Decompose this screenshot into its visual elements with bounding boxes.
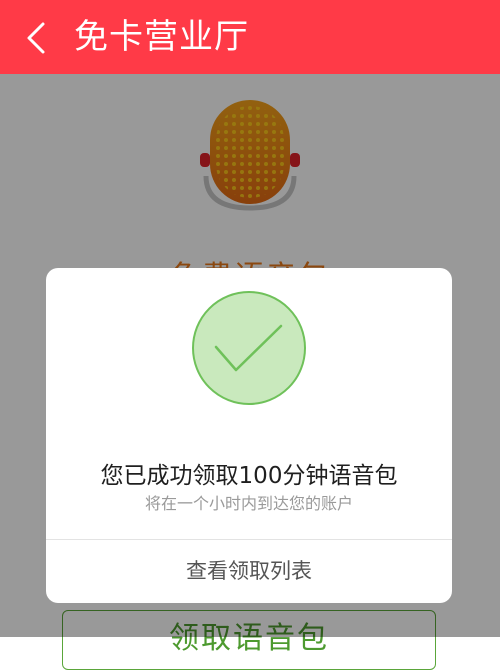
success-subtitle: 将在一个小时内到达您的账户 [144, 494, 353, 513]
page-title: 免卡营业厅 [74, 17, 249, 57]
check-circle-icon [192, 291, 306, 405]
success-message: 您已成功领取100分钟语音包 [100, 463, 398, 489]
success-dialog: 您已成功领取100分钟语音包 将在一个小时内到达您的账户 查看领取列表 [46, 268, 452, 603]
view-claim-list-button[interactable]: 查看领取列表 [46, 540, 452, 603]
chevron-left-icon[interactable] [18, 18, 58, 58]
top-bar: 免卡营业厅 [0, 0, 500, 74]
